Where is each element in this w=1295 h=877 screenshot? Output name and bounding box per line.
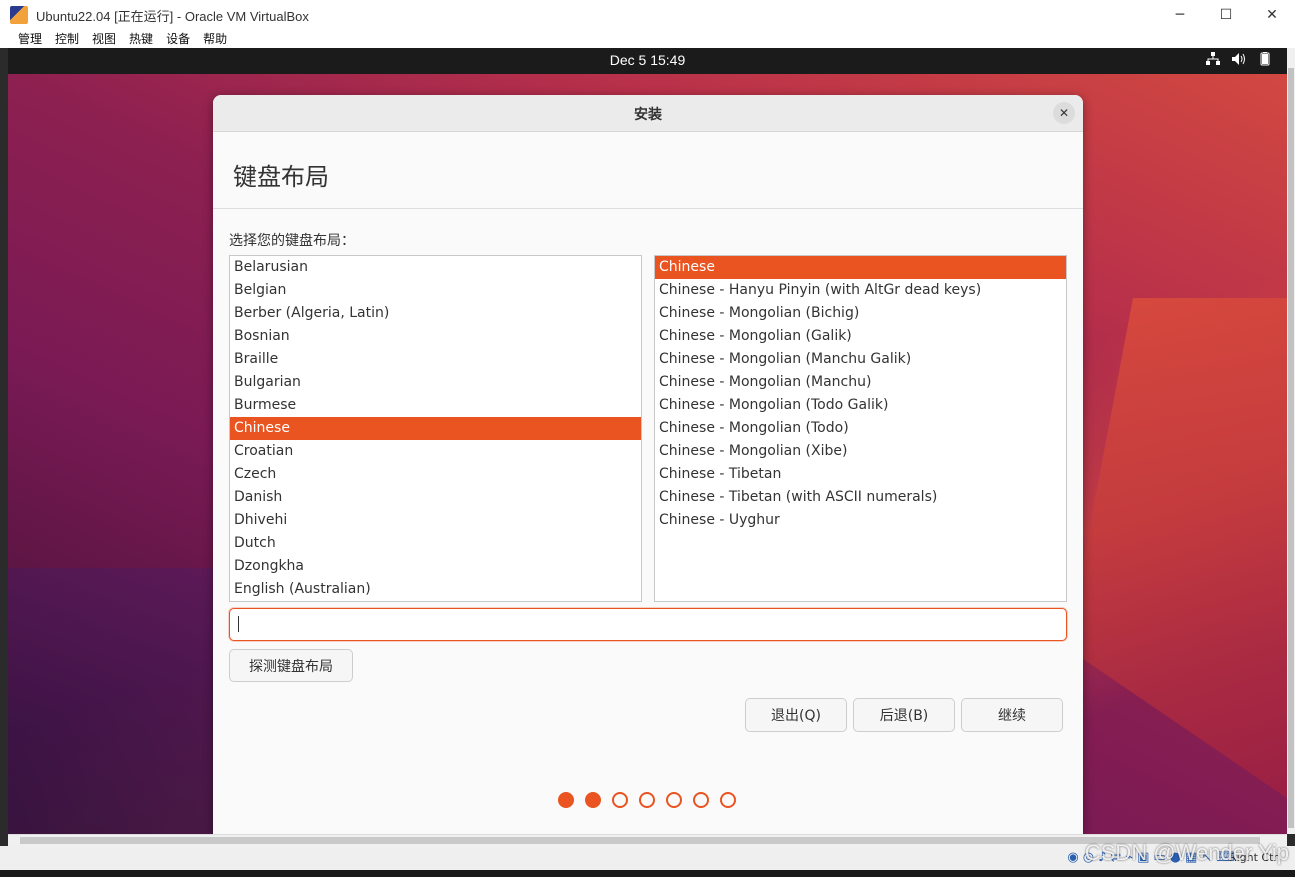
layout-item[interactable]: Czech [230,463,641,486]
variant-item[interactable]: Chinese - Mongolian (Manchu) [655,371,1066,394]
scrollbar-thumb[interactable] [1288,68,1294,828]
progress-dot [612,792,628,808]
wallpaper-shape [1067,298,1287,798]
layout-item[interactable]: Belarusian [230,256,641,279]
close-window-button[interactable]: ✕ [1249,0,1295,30]
progress-dot [720,792,736,808]
window-controls: ─ ☐ ✕ [1157,0,1295,30]
variant-item[interactable]: Chinese - Uyghur [655,509,1066,532]
heading-area [213,132,1083,209]
quit-button[interactable]: 退出(Q) [745,698,847,732]
layout-item[interactable]: Danish [230,486,641,509]
progress-dot-done [558,792,574,808]
layout-item-selected[interactable]: Chinese [230,417,641,440]
window-title: Ubuntu22.04 [正在运行] - Oracle VM VirtualBo… [36,8,309,24]
hard-disk-icon[interactable]: ◉ [1067,850,1078,865]
battery-icon[interactable] [1257,52,1273,70]
maximize-button[interactable]: ☐ [1203,0,1249,30]
layout-item[interactable]: Dutch [230,532,641,555]
variant-item[interactable]: Chinese - Tibetan [655,463,1066,486]
menu-hotkeys[interactable]: 热键 [129,30,153,48]
watermark: CSDN @Wender Yip [1084,840,1289,865]
layout-prompt: 选择您的键盘布局： [229,233,355,249]
progress-dot [639,792,655,808]
menu-view[interactable]: 视图 [92,30,116,48]
variant-list[interactable]: Chinese Chinese - Hanyu Pinyin (with Alt… [654,255,1067,602]
text-caret [238,616,239,632]
layout-item[interactable]: Dhivehi [230,509,641,532]
virtualbox-icon [10,6,28,24]
guest-topbar: Dec 5 15:49 [8,48,1287,74]
dialog-title: 安装 [634,107,662,123]
dialog-close-button[interactable]: ✕ [1053,102,1075,124]
variant-item-selected[interactable]: Chinese [655,256,1066,279]
minimize-button[interactable]: ─ [1157,0,1203,30]
variant-item[interactable]: Chinese - Tibetan (with ASCII numerals) [655,486,1066,509]
host-titlebar: Ubuntu22.04 [正在运行] - Oracle VM VirtualBo… [0,0,1295,30]
variant-item[interactable]: Chinese - Mongolian (Galik) [655,325,1066,348]
menu-devices[interactable]: 设备 [166,30,190,48]
layout-item[interactable]: Braille [230,348,641,371]
layout-item[interactable]: Croatian [230,440,641,463]
clock[interactable]: Dec 5 15:49 [8,52,1287,68]
progress-dots [558,792,736,808]
vertical-scrollbar[interactable] [1287,48,1295,834]
menu-help[interactable]: 帮助 [203,30,227,48]
variant-item[interactable]: Chinese - Mongolian (Todo Galik) [655,394,1066,417]
continue-button[interactable]: 继续 [961,698,1063,732]
scrollbar-thumb[interactable] [20,837,1260,844]
layout-item[interactable]: Burmese [230,394,641,417]
layout-item[interactable]: Berber (Algeria, Latin) [230,302,641,325]
layout-item[interactable]: Bosnian [230,325,641,348]
layout-item[interactable]: English (Australian) [230,578,641,601]
variant-item[interactable]: Chinese - Mongolian (Manchu Galik) [655,348,1066,371]
dialog-header: 安装 ✕ [213,95,1083,132]
variant-item[interactable]: Chinese - Mongolian (Bichig) [655,302,1066,325]
layout-list[interactable]: Belarusian Belgian Berber (Algeria, Lati… [229,255,642,602]
keyboard-test-input[interactable] [229,608,1067,641]
progress-dot [693,792,709,808]
volume-icon[interactable] [1231,52,1247,70]
vm-screen[interactable]: Dec 5 15:49 安装 ✕ 键盘布局 选择您的键盘布局： Belarusi… [8,48,1287,834]
variant-item[interactable]: Chinese - Hanyu Pinyin (with AltGr dead … [655,279,1066,302]
layout-item[interactable]: Dzongkha [230,555,641,578]
network-icon[interactable] [1205,52,1221,70]
detect-layout-button[interactable]: 探测键盘布局 [229,649,353,682]
progress-dot-done [585,792,601,808]
layout-item[interactable]: Belgian [230,279,641,302]
page-title: 键盘布局 [233,163,329,191]
back-button[interactable]: 后退(B) [853,698,955,732]
system-tray[interactable] [1205,52,1273,70]
variant-item[interactable]: Chinese - Mongolian (Xibe) [655,440,1066,463]
variant-item[interactable]: Chinese - Mongolian (Todo) [655,417,1066,440]
installer-dialog: 安装 ✕ 键盘布局 选择您的键盘布局： Belarusian Belgian B… [213,95,1083,834]
menu-manage[interactable]: 管理 [18,30,42,48]
host-menubar: 管理 控制 视图 热键 设备 帮助 [0,30,1295,48]
wallpaper-shape [8,568,228,834]
layout-item[interactable]: Bulgarian [230,371,641,394]
close-icon: ✕ [1058,106,1070,120]
progress-dot [666,792,682,808]
menu-control[interactable]: 控制 [55,30,79,48]
bottom-strip [0,870,1295,877]
